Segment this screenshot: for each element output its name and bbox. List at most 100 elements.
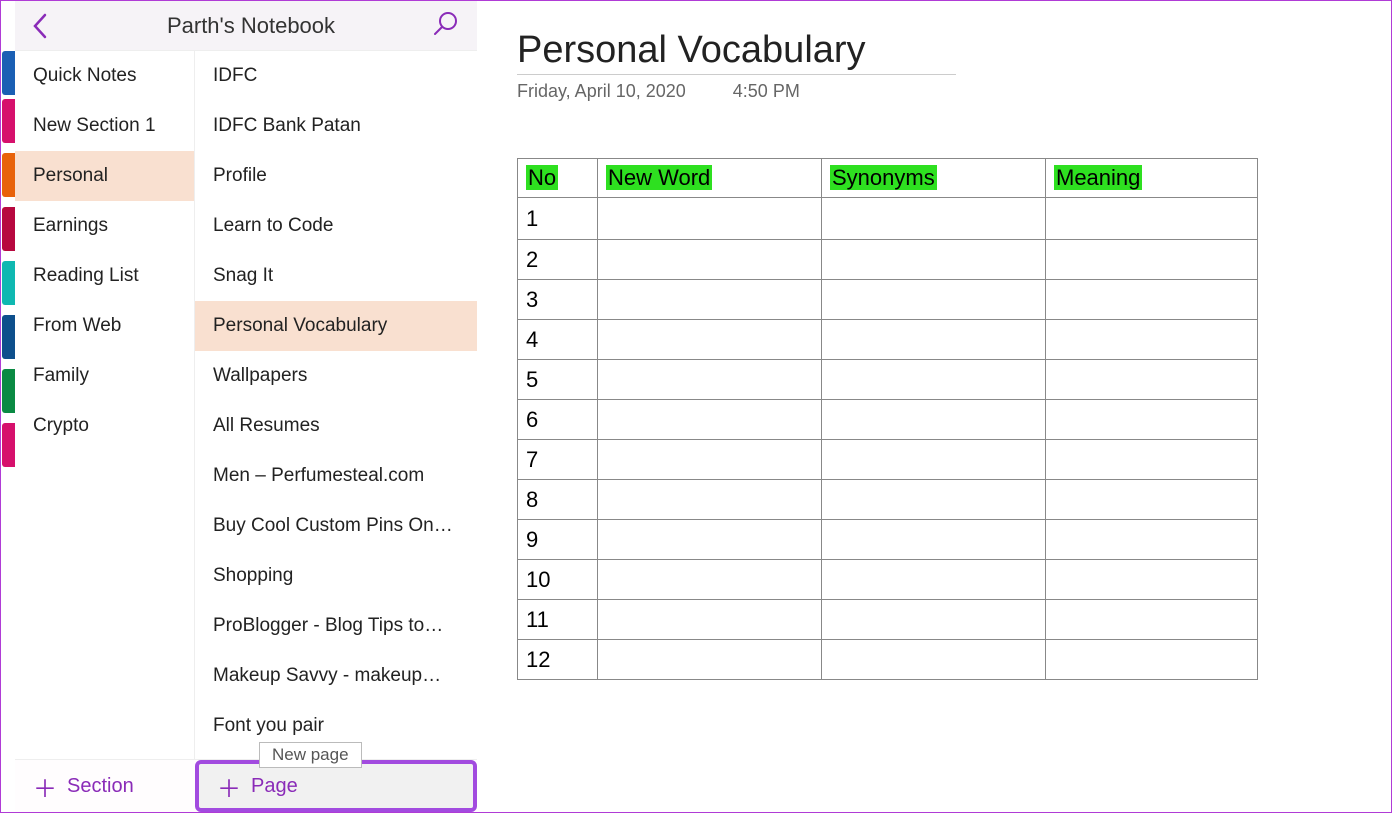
- table-row[interactable]: 3: [518, 280, 1258, 320]
- table-cell[interactable]: [1046, 640, 1258, 680]
- section-color-tab[interactable]: [2, 261, 15, 305]
- back-button[interactable]: [15, 13, 65, 39]
- table-cell[interactable]: [598, 640, 822, 680]
- table-cell[interactable]: [598, 560, 822, 600]
- table-row[interactable]: 4: [518, 320, 1258, 360]
- table-cell[interactable]: [1046, 400, 1258, 440]
- table-row[interactable]: 7: [518, 440, 1258, 480]
- page-item[interactable]: IDFC Bank Patan: [195, 101, 477, 151]
- page-item[interactable]: IDFC: [195, 51, 477, 101]
- page-item[interactable]: Personal Vocabulary: [195, 301, 477, 351]
- table-row[interactable]: 1: [518, 198, 1258, 240]
- row-number-cell[interactable]: 11: [518, 600, 598, 640]
- table-row[interactable]: 8: [518, 480, 1258, 520]
- page-item[interactable]: All Resumes: [195, 401, 477, 451]
- section-item[interactable]: Personal: [15, 151, 194, 201]
- table-cell[interactable]: [598, 320, 822, 360]
- table-cell[interactable]: [598, 520, 822, 560]
- table-cell[interactable]: [1046, 480, 1258, 520]
- table-cell[interactable]: [1046, 520, 1258, 560]
- notebook-title[interactable]: Parth's Notebook: [65, 13, 477, 39]
- table-cell[interactable]: [822, 400, 1046, 440]
- page-item[interactable]: Shopping: [195, 551, 477, 601]
- page-item[interactable]: Snag It: [195, 251, 477, 301]
- table-cell[interactable]: [822, 640, 1046, 680]
- table-cell[interactable]: [598, 360, 822, 400]
- row-number-cell[interactable]: 5: [518, 360, 598, 400]
- row-number-cell[interactable]: 7: [518, 440, 598, 480]
- table-cell[interactable]: [598, 600, 822, 640]
- table-cell[interactable]: [1046, 440, 1258, 480]
- table-cell[interactable]: [822, 520, 1046, 560]
- table-cell[interactable]: [822, 240, 1046, 280]
- search-button[interactable]: [433, 10, 459, 41]
- table-cell[interactable]: [822, 280, 1046, 320]
- table-cell[interactable]: [1046, 360, 1258, 400]
- table-cell[interactable]: [822, 360, 1046, 400]
- table-cell[interactable]: [1046, 280, 1258, 320]
- section-item[interactable]: From Web: [15, 301, 194, 351]
- row-number-cell[interactable]: 9: [518, 520, 598, 560]
- page-item[interactable]: Makeup Savvy - makeup…: [195, 651, 477, 701]
- row-number-cell[interactable]: 8: [518, 480, 598, 520]
- page-item[interactable]: Learn to Code: [195, 201, 477, 251]
- table-cell[interactable]: [822, 440, 1046, 480]
- table-row[interactable]: 10: [518, 560, 1258, 600]
- page-item[interactable]: Profile: [195, 151, 477, 201]
- page-item[interactable]: Men – Perfumesteal.com: [195, 451, 477, 501]
- table-cell[interactable]: [1046, 320, 1258, 360]
- vocabulary-table[interactable]: NoNew WordSynonymsMeaning 12345678910111…: [517, 158, 1258, 680]
- table-cell[interactable]: [822, 320, 1046, 360]
- section-item[interactable]: Quick Notes: [15, 51, 194, 101]
- add-page-button[interactable]: New page ＋ Page: [195, 760, 477, 812]
- table-cell[interactable]: [822, 600, 1046, 640]
- table-cell[interactable]: [1046, 560, 1258, 600]
- section-color-tab[interactable]: [2, 315, 15, 359]
- section-item[interactable]: Crypto: [15, 401, 194, 451]
- table-cell[interactable]: [598, 240, 822, 280]
- section-item[interactable]: Family: [15, 351, 194, 401]
- row-number-cell[interactable]: 1: [518, 198, 598, 240]
- table-cell[interactable]: [1046, 240, 1258, 280]
- row-number-cell[interactable]: 4: [518, 320, 598, 360]
- table-row[interactable]: 11: [518, 600, 1258, 640]
- table-header-cell[interactable]: No: [518, 159, 598, 198]
- table-cell[interactable]: [598, 198, 822, 240]
- page-title[interactable]: Personal Vocabulary: [517, 29, 956, 75]
- section-item[interactable]: Reading List: [15, 251, 194, 301]
- add-section-button[interactable]: ＋ Section: [15, 760, 195, 812]
- table-cell[interactable]: [1046, 198, 1258, 240]
- table-row[interactable]: 12: [518, 640, 1258, 680]
- table-cell[interactable]: [598, 400, 822, 440]
- section-color-tab[interactable]: [2, 369, 15, 413]
- table-cell[interactable]: [598, 480, 822, 520]
- row-number-cell[interactable]: 6: [518, 400, 598, 440]
- table-header-cell[interactable]: Synonyms: [822, 159, 1046, 198]
- row-number-cell[interactable]: 3: [518, 280, 598, 320]
- row-number-cell[interactable]: 2: [518, 240, 598, 280]
- table-cell[interactable]: [1046, 600, 1258, 640]
- section-color-tab[interactable]: [2, 207, 15, 251]
- table-row[interactable]: 9: [518, 520, 1258, 560]
- section-color-tab[interactable]: [2, 153, 15, 197]
- table-row[interactable]: 5: [518, 360, 1258, 400]
- section-item[interactable]: New Section 1: [15, 101, 194, 151]
- table-header-cell[interactable]: New Word: [598, 159, 822, 198]
- table-row[interactable]: 2: [518, 240, 1258, 280]
- row-number-cell[interactable]: 12: [518, 640, 598, 680]
- page-item[interactable]: ProBlogger - Blog Tips to…: [195, 601, 477, 651]
- row-number-cell[interactable]: 10: [518, 560, 598, 600]
- table-header-cell[interactable]: Meaning: [1046, 159, 1258, 198]
- table-cell[interactable]: [598, 280, 822, 320]
- table-cell[interactable]: [822, 198, 1046, 240]
- table-row[interactable]: 6: [518, 400, 1258, 440]
- page-item[interactable]: Buy Cool Custom Pins On…: [195, 501, 477, 551]
- section-color-tab[interactable]: [2, 51, 15, 95]
- table-cell[interactable]: [822, 560, 1046, 600]
- section-item[interactable]: Earnings: [15, 201, 194, 251]
- section-color-tab[interactable]: [2, 423, 15, 467]
- table-cell[interactable]: [822, 480, 1046, 520]
- table-cell[interactable]: [598, 440, 822, 480]
- page-content[interactable]: Personal Vocabulary Friday, April 10, 20…: [477, 1, 1391, 812]
- section-color-tab[interactable]: [2, 99, 15, 143]
